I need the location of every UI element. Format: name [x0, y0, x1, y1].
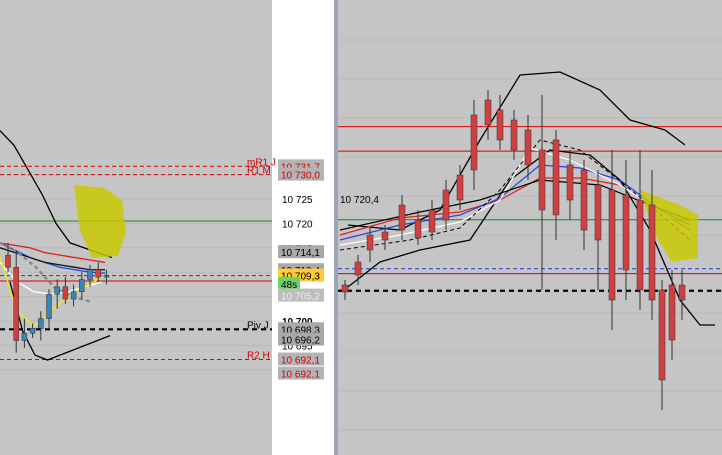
- candle-body: [95, 269, 101, 278]
- candle-body: [594, 184, 602, 241]
- left-plot-area: [0, 0, 272, 455]
- panel-splitter: [334, 0, 338, 455]
- price-tag: 10 714,1: [281, 248, 320, 259]
- price-tag: 10 730,0: [281, 171, 320, 182]
- candle-body: [566, 164, 574, 201]
- candle-body: [496, 109, 504, 141]
- candle-body: [103, 275, 110, 278]
- candle-body: [46, 293, 52, 319]
- candle-body: [668, 284, 676, 341]
- candle-body: [608, 189, 616, 301]
- candle-body: [366, 234, 374, 251]
- candle-body: [38, 318, 44, 329]
- price-tag: 10 696,2: [281, 336, 320, 347]
- candle-body: [29, 328, 36, 334]
- candle-body: [442, 189, 450, 221]
- candle-body: [70, 291, 77, 300]
- candle-body: [414, 219, 422, 239]
- candle-body: [470, 114, 478, 171]
- candle-body: [354, 261, 362, 276]
- candle-body: [538, 149, 546, 211]
- chart-canvas: 10 72510 72010 71510 70010 69510 69010 7…: [0, 0, 722, 455]
- candle-body: [341, 284, 349, 293]
- y-tick-label: 10 720: [282, 219, 313, 230]
- candle-body: [381, 231, 389, 241]
- candle-body: [62, 286, 69, 300]
- chart-window: 10 72510 72010 71510 70010 69510 69010 7…: [0, 0, 722, 455]
- y-tick-label: 10 725: [282, 195, 313, 206]
- level-label: R1 M: [247, 166, 271, 177]
- level-label: Piv J: [247, 320, 269, 331]
- price-tag: 10 705,2: [281, 292, 320, 303]
- level-label: R2 H: [247, 351, 270, 362]
- candle-body: [524, 129, 532, 166]
- candle-body: [580, 169, 588, 231]
- candle-body: [648, 204, 656, 301]
- candle-body: [87, 269, 93, 280]
- candle-body: [678, 284, 686, 301]
- candle-body: [428, 209, 436, 233]
- candle-body: [636, 199, 644, 291]
- candle-body: [622, 194, 630, 271]
- candle-body: [658, 289, 666, 381]
- candle-body: [510, 119, 518, 151]
- candle-body: [54, 286, 60, 295]
- candle-body: [13, 267, 19, 341]
- candle-body: [79, 279, 85, 292]
- candle-body: [456, 174, 464, 201]
- price-tag: 10 692,1: [281, 370, 320, 381]
- candle-body: [5, 254, 11, 268]
- candle-body: [552, 139, 560, 216]
- candle-body: [484, 99, 492, 126]
- right-annotation: 10 720,4: [340, 195, 379, 206]
- candle-body: [398, 204, 406, 231]
- candle-body: [21, 332, 28, 341]
- price-tag: 10 692,1: [281, 356, 320, 367]
